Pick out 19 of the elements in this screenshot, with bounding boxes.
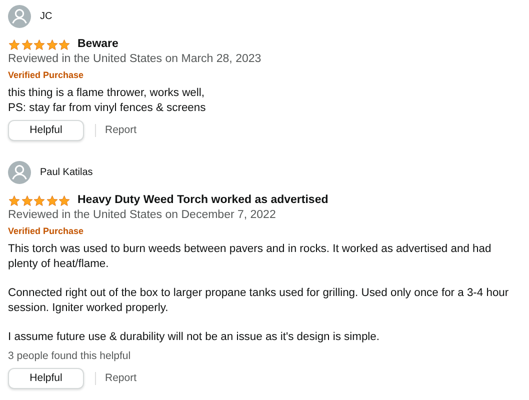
reviewer-name: Paul Katilas	[40, 166, 93, 180]
review-text: This torch was used to burn weeds between pavers and in rocks. It worked as advertised and had plenty of heat/flame.	[8, 242, 492, 272]
helpful-button[interactable]: Helpful	[8, 120, 84, 141]
helpful-count: 3 people found this helpful	[8, 349, 132, 364]
avatar-icon	[8, 161, 31, 184]
verified-purchase-label: Verified Purchase	[8, 69, 85, 82]
report-link[interactable]: Report	[105, 123, 137, 138]
review-title[interactable]: Heavy Duty Weed Torch worked as advertised	[78, 193, 328, 208]
reviewer-name: JC	[40, 10, 52, 24]
review-date: Reviewed in the United States on December 7, 2022	[8, 208, 277, 223]
report-link[interactable]: Report	[105, 371, 137, 386]
avatar-icon	[8, 5, 31, 28]
verified-purchase-label: Verified Purchase	[8, 225, 85, 238]
review-text: this thing is a flame thrower, works well, PS: stay far from vinyl fences & screens	[8, 86, 207, 116]
review-text: Connected right out of the box to larger propane tanks used for grilling. Used only once for a 3-4 hour session. Igniter worked properly.	[8, 286, 510, 316]
review-date: Reviewed in the United States on March 28, 2023	[8, 52, 262, 67]
review-text: I assume future use & durability will not be an issue as it's design is simple.	[8, 330, 380, 345]
helpful-button[interactable]: Helpful	[8, 368, 84, 389]
review-title[interactable]: Beware	[78, 37, 118, 52]
